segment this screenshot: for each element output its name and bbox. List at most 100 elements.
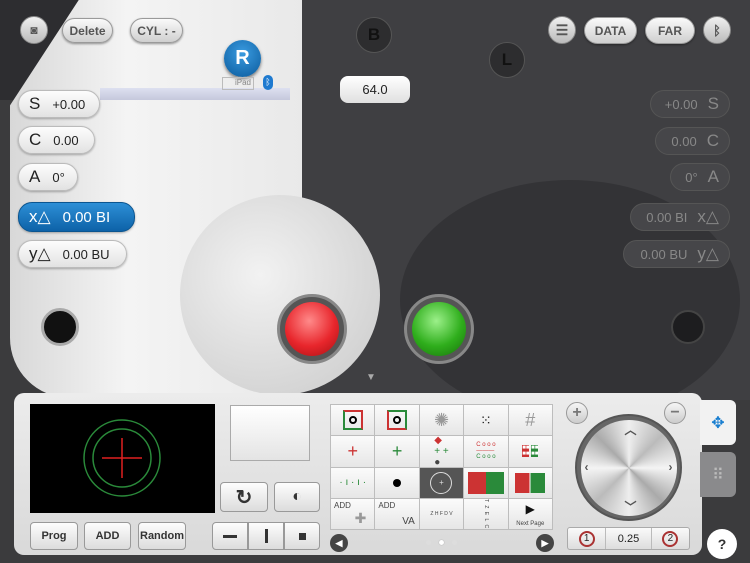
dot-cluster-icon: ⁙ bbox=[480, 411, 492, 428]
right-eye-button[interactable]: R bbox=[224, 40, 261, 77]
left-cylinder-field[interactable]: 0.00 C bbox=[655, 127, 730, 155]
chart-preview bbox=[30, 404, 215, 513]
cyl-toggle-button[interactable]: CYL : - bbox=[130, 18, 183, 43]
binocular-button[interactable]: B bbox=[356, 17, 392, 53]
pd-value[interactable]: 64.0 bbox=[340, 76, 410, 103]
chart-cell-add-cross[interactable]: ✚ ADD bbox=[331, 498, 375, 529]
square-button[interactable] bbox=[284, 522, 320, 550]
bluetooth-icon[interactable]: ᛒ bbox=[703, 16, 731, 44]
chart-cell-label: Next Page bbox=[516, 521, 545, 527]
up-arrow-icon[interactable]: ︿ bbox=[625, 421, 637, 438]
cross-icon: ✚ bbox=[354, 510, 367, 526]
chart-cell-red-green-cross[interactable]: + bbox=[331, 436, 375, 467]
right-cylinder-field[interactable]: C 0.00 bbox=[18, 126, 95, 154]
step-1-label: 1 bbox=[578, 530, 595, 547]
circle-cross-icon: + bbox=[430, 471, 453, 494]
down-arrow-icon[interactable]: ﹀ bbox=[625, 498, 637, 515]
move-tab-icon[interactable]: ✥ bbox=[700, 400, 736, 445]
step-control: 1 0.25 2 bbox=[567, 527, 690, 550]
rotate-icon[interactable]: ↻ bbox=[220, 482, 268, 512]
chart-cell-c-rings[interactable]: C o o o ——— C o o o bbox=[464, 436, 508, 467]
prism-y-value: 0.00 BU bbox=[62, 246, 110, 262]
prism-y-value: 0.00 BU bbox=[640, 246, 688, 262]
dots-pattern-icon: ◆ + + ● bbox=[434, 436, 449, 467]
prism-x-label: x△ bbox=[29, 207, 51, 226]
cylinder-label: C bbox=[706, 131, 719, 150]
list-icon[interactable]: ☰ bbox=[548, 16, 576, 44]
right-prism-y-field[interactable]: y△ 0.00 BU bbox=[18, 240, 127, 268]
housing-strip bbox=[100, 88, 290, 100]
right-lens-housing bbox=[180, 195, 380, 395]
target-red-green-icon bbox=[387, 410, 408, 431]
chart-cell-label: T Z E L C bbox=[482, 498, 489, 529]
chart-cell-black-dot[interactable] bbox=[375, 467, 419, 498]
black-dot-icon bbox=[393, 478, 402, 487]
left-prism-x-field[interactable]: 0.00 BI x△ bbox=[630, 203, 730, 231]
chart-cell-red-green-duochrome-letters[interactable] bbox=[464, 467, 508, 498]
chart-cell-red-green-boxes[interactable]: ■■ ■■ ■■ ■■ bbox=[508, 436, 552, 467]
chart-cell-red-green-cross-offset[interactable]: + bbox=[375, 436, 419, 467]
left-prism-y-field[interactable]: 0.00 BU y△ bbox=[623, 240, 730, 268]
step-1-button[interactable]: 1 bbox=[568, 528, 607, 549]
chart-grid: ✺ ⁙ # + + ◆ + + ● C o o o ——— C o o o ■■ ■■ ■■ ■■ · ı… bbox=[330, 404, 553, 530]
data-button[interactable]: DATA bbox=[584, 17, 637, 44]
right-arrow-icon[interactable]: › bbox=[669, 460, 673, 474]
add-button[interactable]: ADD bbox=[84, 522, 131, 550]
left-axis-field[interactable]: 0° A bbox=[670, 163, 730, 191]
prism-x-label: x△ bbox=[697, 207, 719, 226]
minus-button[interactable]: − bbox=[664, 402, 686, 424]
chart-cell-circle-cross[interactable]: + bbox=[419, 467, 464, 498]
red-green-duochrome-icon bbox=[515, 472, 546, 493]
fixation-cross-icon: · ı · ı · bbox=[339, 477, 367, 489]
chart-cell-dot-cluster[interactable]: ⁙ bbox=[464, 405, 508, 436]
red-green-cross-icon: + bbox=[347, 440, 358, 461]
chart-cell-letter-column[interactable]: T Z E L C bbox=[464, 498, 508, 529]
grid-lines-icon: # bbox=[525, 409, 536, 430]
right-prism-x-field[interactable]: x△ 0.00 BI bbox=[18, 202, 135, 232]
left-eye-button[interactable]: L bbox=[489, 42, 525, 78]
previous-page-button[interactable]: ◀ bbox=[330, 534, 348, 552]
left-lens-aperture bbox=[671, 310, 705, 344]
chart-cell-label: ADD bbox=[334, 500, 351, 510]
prism-x-value: 0.00 BI bbox=[62, 208, 111, 226]
left-sphere-field[interactable]: +0.00 S bbox=[650, 90, 730, 118]
chart-cell-red-green-duochrome[interactable] bbox=[508, 467, 552, 498]
axis-label: A bbox=[29, 167, 41, 186]
far-button[interactable]: FAR bbox=[645, 17, 695, 44]
chart-cell-add-va[interactable]: VA ADD bbox=[375, 498, 419, 529]
axis-value: 0° bbox=[52, 169, 65, 185]
right-sphere-field[interactable]: S +0.00 bbox=[18, 90, 100, 118]
contrast-icon[interactable]: ◐ bbox=[274, 482, 320, 512]
step-value: 0.25 bbox=[606, 528, 652, 549]
right-axis-field[interactable]: A 0° bbox=[18, 163, 78, 191]
right-lens-aperture bbox=[41, 308, 79, 346]
chart-cell-grid-lines[interactable]: # bbox=[508, 405, 552, 436]
plus-button[interactable]: + bbox=[566, 402, 588, 424]
prism-x-value: 0.00 BI bbox=[646, 209, 688, 225]
chart-cell-dots-pattern[interactable]: ◆ + + ● bbox=[419, 436, 464, 467]
vertical-line-button[interactable] bbox=[248, 522, 284, 550]
prog-button[interactable]: Prog bbox=[30, 522, 78, 550]
green-button[interactable] bbox=[404, 294, 474, 364]
collapse-panel-icon[interactable]: ▼ bbox=[366, 372, 376, 383]
c-rings-icon: C o o o ——— C o o o bbox=[476, 442, 496, 461]
delete-button[interactable]: Delete bbox=[62, 18, 113, 43]
step-2-button[interactable]: 2 bbox=[652, 528, 689, 549]
cylinder-label: C bbox=[29, 130, 42, 149]
red-button[interactable] bbox=[277, 294, 347, 364]
next-page-button[interactable]: ▶ bbox=[536, 534, 554, 552]
chart-cell-radial-lines[interactable]: ✺ bbox=[419, 405, 464, 436]
chart-cell-next-page[interactable]: ▶ Next Page bbox=[508, 498, 552, 529]
joystick[interactable]: ︿ ﹀ ‹ › bbox=[575, 414, 682, 521]
help-button[interactable]: ? bbox=[707, 529, 737, 559]
chart-cell-fixation-cross[interactable]: · ı · ı · bbox=[331, 467, 375, 498]
left-arrow-icon[interactable]: ‹ bbox=[585, 460, 589, 474]
chart-cell-target-green-red[interactable] bbox=[331, 405, 375, 436]
grid-tab-icon[interactable]: ⠿ bbox=[700, 452, 736, 497]
red-cross-green-circle-chart bbox=[83, 419, 161, 497]
random-button[interactable]: Random bbox=[138, 522, 186, 550]
chart-cell-target-red-green[interactable] bbox=[375, 405, 419, 436]
view-card-icon[interactable]: ◙ bbox=[20, 16, 48, 44]
horizontal-line-button[interactable] bbox=[212, 522, 248, 550]
chart-cell-letter-row[interactable]: Z H F D V bbox=[419, 498, 464, 529]
